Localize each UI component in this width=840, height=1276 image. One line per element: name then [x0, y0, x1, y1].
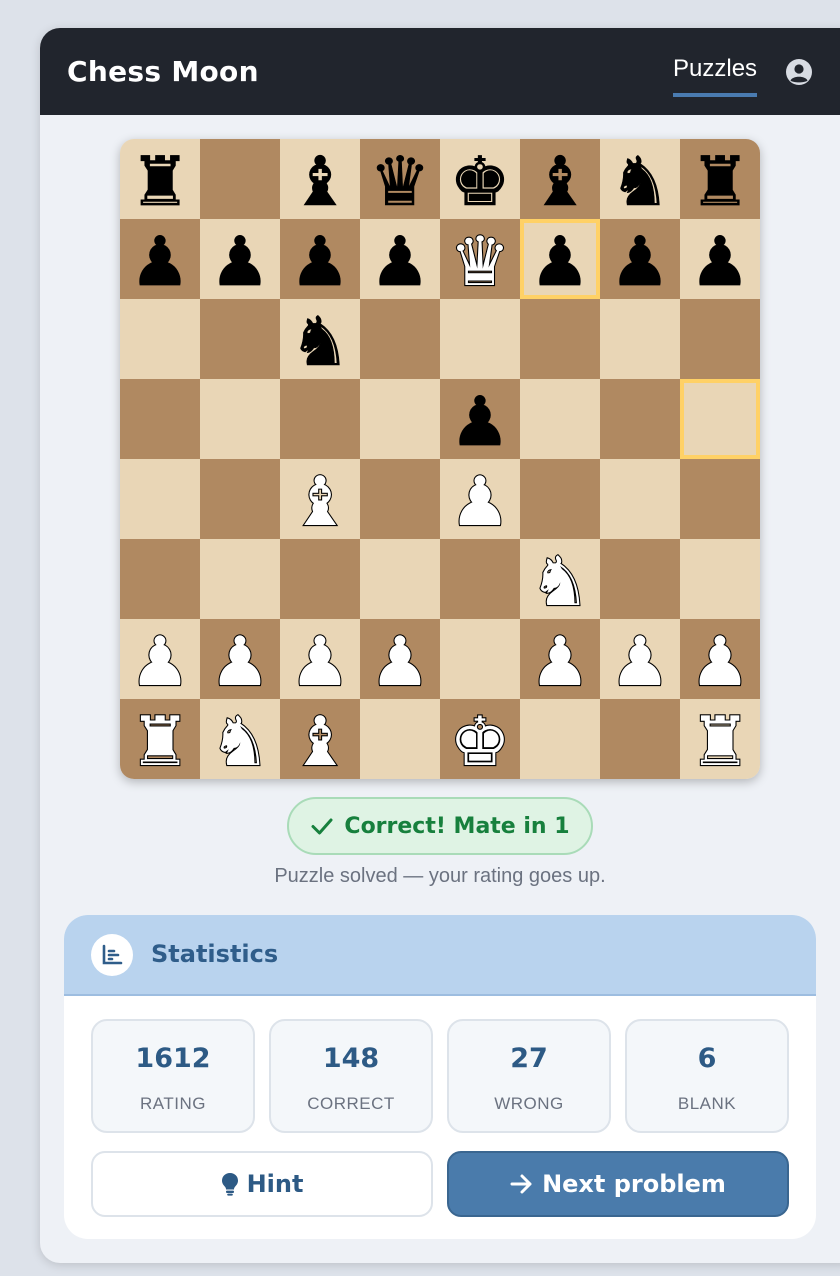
- square-e3[interactable]: [440, 539, 520, 619]
- square-b4[interactable]: [200, 459, 280, 539]
- black-king-e8[interactable]: ♚: [449, 143, 511, 223]
- stat-blank: 6 BLANK: [625, 1019, 789, 1133]
- black-pawn-c7[interactable]: ♟: [289, 223, 351, 303]
- white-bishop-c1[interactable]: ♝: [288, 702, 351, 779]
- black-pawn-h7[interactable]: ♟: [689, 223, 751, 303]
- user-circle-icon[interactable]: [785, 58, 813, 86]
- square-c3[interactable]: [280, 539, 360, 619]
- stat-label: BLANK: [677, 1094, 737, 1113]
- square-d1[interactable]: [360, 699, 440, 779]
- black-knight-g8[interactable]: ♞: [609, 143, 671, 223]
- square-f4[interactable]: [520, 459, 600, 539]
- white-pawn-c2[interactable]: ♟: [288, 622, 351, 703]
- square-a6[interactable]: [120, 299, 200, 379]
- black-pawn-e5[interactable]: ♟: [449, 383, 511, 463]
- black-pawn-b7[interactable]: ♟: [209, 223, 271, 303]
- hint-button[interactable]: Hint: [91, 1151, 433, 1217]
- square-e2[interactable]: [440, 619, 520, 699]
- check-icon: [311, 818, 333, 835]
- square-f6[interactable]: [520, 299, 600, 379]
- status-subtext: Puzzle solved — your rating goes up.: [274, 865, 606, 887]
- stat-label: RATING: [140, 1094, 206, 1113]
- square-f1[interactable]: [520, 699, 600, 779]
- status-text: Correct! Mate in 1: [344, 813, 570, 839]
- stat-wrong: 27 WRONG: [447, 1019, 611, 1133]
- square-f5[interactable]: [520, 379, 600, 459]
- black-knight-c6[interactable]: ♞: [289, 303, 351, 383]
- square-c5[interactable]: [280, 379, 360, 459]
- bar-chart-icon: [91, 934, 133, 976]
- black-rook-a8[interactable]: ♜: [129, 143, 191, 223]
- black-pawn-f7[interactable]: ♟: [529, 223, 591, 303]
- black-bishop-f8[interactable]: ♝: [529, 143, 591, 223]
- tab-puzzles[interactable]: Puzzles: [673, 55, 758, 97]
- white-pawn-d2[interactable]: ♟: [368, 622, 431, 703]
- square-b8[interactable]: [200, 139, 280, 219]
- square-g1[interactable]: [600, 699, 680, 779]
- stat-label: WRONG: [494, 1094, 564, 1113]
- white-bishop-c4[interactable]: ♝: [288, 462, 351, 543]
- next-problem-button[interactable]: Next problem: [447, 1151, 789, 1217]
- black-rook-h8[interactable]: ♜: [689, 143, 751, 223]
- square-e6[interactable]: [440, 299, 520, 379]
- black-queen-d8[interactable]: ♛: [369, 143, 431, 223]
- square-a5[interactable]: [120, 379, 200, 459]
- square-h5[interactable]: [680, 379, 760, 459]
- board-canvas[interactable]: ♜ ♝ ♛ ♚ ♝ ♞ ♜♟ ♟ ♟ ♟ ♛ ♟ ♟ ♟♞♟♝ ♟♞♟ ♟ ♟ ♟ ♟ ♟ ♟♜ ♞ ♝ ♚ ♜: [120, 139, 760, 779]
- chess-board[interactable]: ♜ ♝ ♛ ♚ ♝ ♞ ♜ ♟ ♟ ♟ ♟ ♛ ♟ ♟ ♟ ♞ ♟ ♝ ♟ ♞ ♟ ♟ ♟ ♟ ♟ ♟ ♟ ♜ ♞ ♝ ♚ ♜: [120, 139, 760, 779]
- statistics-card: Statistics 1612 RATING 148 CORRECT 27 WR…: [64, 915, 816, 1239]
- white-pawn-b2[interactable]: ♟: [208, 622, 271, 703]
- black-bishop-c8[interactable]: ♝: [289, 143, 351, 223]
- white-pawn-g2[interactable]: ♟: [608, 622, 671, 703]
- white-rook-h1[interactable]: ♜: [688, 702, 751, 779]
- hint-button-label: Hint: [246, 1170, 304, 1198]
- square-g3[interactable]: [600, 539, 680, 619]
- stat-value: 148: [322, 1043, 380, 1074]
- stat-label: CORRECT: [307, 1094, 395, 1113]
- lightbulb-icon: [221, 1173, 238, 1196]
- status-badge: Correct! Mate in 1: [287, 797, 593, 855]
- white-queen-e7[interactable]: ♛: [448, 222, 511, 303]
- stat-value: 6: [697, 1043, 717, 1074]
- stat-rating: 1612 RATING: [91, 1019, 255, 1133]
- stat-correct: 148 CORRECT: [269, 1019, 433, 1133]
- square-b5[interactable]: [200, 379, 280, 459]
- white-king-e1[interactable]: ♚: [448, 702, 511, 779]
- square-d6[interactable]: [360, 299, 440, 379]
- white-rook-a1[interactable]: ♜: [128, 702, 191, 779]
- app-title: Chess Moon: [67, 55, 259, 88]
- arrow-right-icon: [510, 1174, 532, 1194]
- next-problem-label: Next problem: [542, 1170, 726, 1198]
- black-pawn-g7[interactable]: ♟: [609, 223, 671, 303]
- app-window: Chess Moon Puzzles ♜ ♝ ♛ ♚ ♝ ♞ ♜ ♟ ♟ ♟ ♟ ♛ ♟ ♟ ♟ ♞ ♟ ♝ ♟ ♞ ♟…: [40, 28, 840, 1263]
- top-bar: Chess Moon Puzzles: [40, 28, 840, 115]
- square-d3[interactable]: [360, 539, 440, 619]
- square-g5[interactable]: [600, 379, 680, 459]
- square-h4[interactable]: [680, 459, 760, 539]
- stat-value: 1612: [135, 1043, 211, 1074]
- white-knight-b1[interactable]: ♞: [208, 702, 271, 779]
- white-pawn-f2[interactable]: ♟: [528, 622, 591, 703]
- stat-value: 27: [510, 1043, 548, 1074]
- white-pawn-e4[interactable]: ♟: [448, 462, 511, 543]
- statistics-header: Statistics: [64, 915, 816, 996]
- black-pawn-a7[interactable]: ♟: [129, 223, 191, 303]
- square-g4[interactable]: [600, 459, 680, 539]
- square-b3[interactable]: [200, 539, 280, 619]
- square-a4[interactable]: [120, 459, 200, 539]
- black-pawn-d7[interactable]: ♟: [369, 223, 431, 303]
- square-d5[interactable]: [360, 379, 440, 459]
- square-h6[interactable]: [680, 299, 760, 379]
- square-h3[interactable]: [680, 539, 760, 619]
- white-pawn-h2[interactable]: ♟: [688, 622, 751, 703]
- statistics-title: Statistics: [151, 940, 279, 968]
- white-pawn-a2[interactable]: ♟: [128, 622, 191, 703]
- square-d4[interactable]: [360, 459, 440, 539]
- square-g6[interactable]: [600, 299, 680, 379]
- square-b6[interactable]: [200, 299, 280, 379]
- square-a3[interactable]: [120, 539, 200, 619]
- white-knight-f3[interactable]: ♞: [528, 542, 591, 623]
